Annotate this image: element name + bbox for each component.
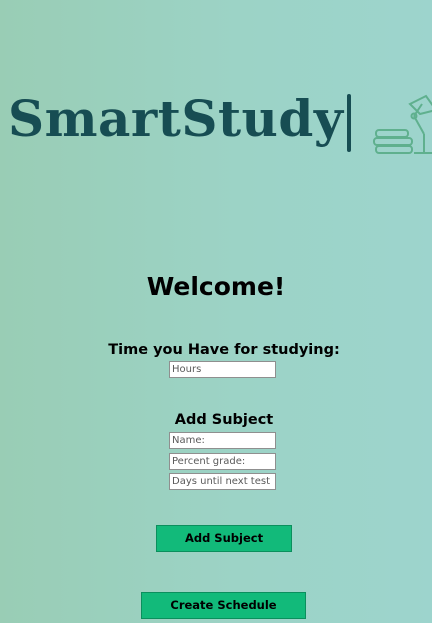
app-name: SmartStudy bbox=[8, 89, 344, 148]
page-title: Welcome! bbox=[146, 272, 286, 301]
days-until-test-input[interactable] bbox=[169, 473, 276, 490]
study-time-label: Time you Have for studying: bbox=[108, 342, 340, 358]
desk-lamp-books-icon bbox=[373, 94, 432, 154]
app-logo: SmartStudy bbox=[8, 88, 432, 158]
add-subject-button[interactable]: Add Subject bbox=[156, 525, 292, 552]
add-subject-heading: Add Subject bbox=[174, 412, 274, 428]
create-schedule-button[interactable]: Create Schedule bbox=[141, 592, 306, 619]
subject-name-input[interactable] bbox=[169, 432, 276, 449]
hours-input[interactable] bbox=[169, 361, 276, 378]
logo-divider bbox=[347, 94, 351, 152]
percent-grade-input[interactable] bbox=[169, 453, 276, 470]
